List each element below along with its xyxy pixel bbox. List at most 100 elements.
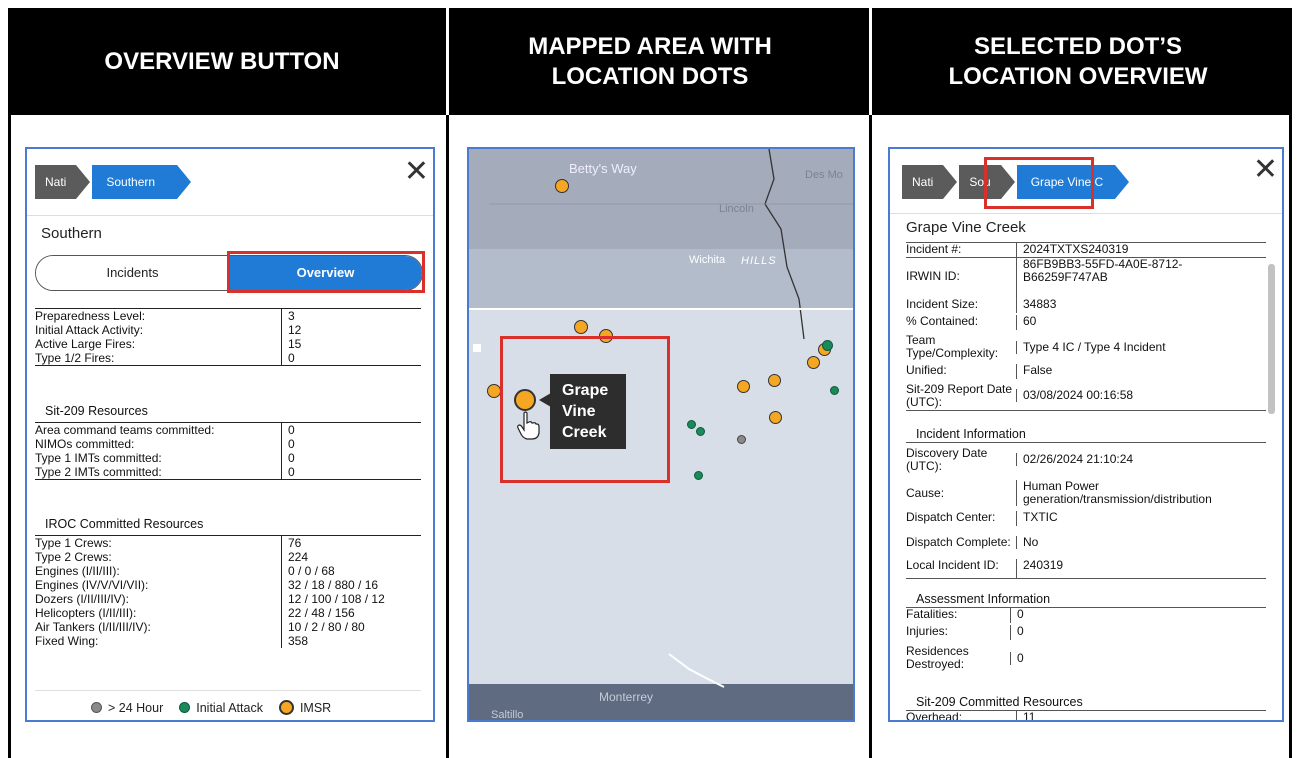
table-row: Active Large Fires: 15 xyxy=(35,337,421,351)
row-value: Human Power generation/transmission/dist… xyxy=(1016,480,1266,506)
row-value: 34883 xyxy=(1016,298,1266,313)
legend-label: Initial Attack xyxy=(196,700,263,715)
map-dot-initial-attack[interactable] xyxy=(687,420,696,429)
row-label: Incident #: xyxy=(906,242,962,256)
map-dot-imsr[interactable] xyxy=(555,179,569,193)
column-header-text: LOCATION DOTS xyxy=(551,62,749,90)
row-label: Incident Size: xyxy=(906,297,979,311)
table-row: Overhead: 11 xyxy=(906,711,1266,720)
breadcrumb-arrow xyxy=(177,165,192,199)
table-row: Helicopters (I/II/III): 22 / 48 / 156 xyxy=(35,606,421,620)
scrollbar-thumb[interactable] xyxy=(1268,264,1275,414)
map-label-hills: HILLS xyxy=(741,255,777,267)
map-dot-imsr[interactable] xyxy=(574,320,588,334)
map-label-monterrey: Monterrey xyxy=(599,690,654,704)
table-row: Fixed Wing: 358 xyxy=(35,634,421,648)
row-value: 0 xyxy=(281,451,421,465)
row-value: 60 xyxy=(1016,315,1266,330)
row-label: Dispatch Complete: xyxy=(906,534,1011,549)
breadcrumb-item-southern[interactable]: Southern xyxy=(92,165,192,199)
map-dot-initial-attack[interactable] xyxy=(822,340,833,351)
table-row: Cause: Human Power generation/transmissio… xyxy=(906,476,1266,510)
row-label: Dozers (I/II/III/IV): xyxy=(35,592,130,606)
table-row: Team Type/Complexity: Type 4 IC / Type 4 … xyxy=(906,333,1266,361)
breadcrumb-item-national[interactable]: Nati xyxy=(902,165,958,199)
map-dot-initial-attack[interactable] xyxy=(830,386,839,395)
row-label: Cause: xyxy=(906,485,945,500)
row-value: 15 xyxy=(281,337,421,351)
row-label: Fixed Wing: xyxy=(35,634,99,648)
tab-incidents[interactable]: Incidents xyxy=(36,256,229,290)
row-label: NIMOs committed: xyxy=(35,437,135,451)
breadcrumb-label: Southern xyxy=(106,175,156,189)
map-dot-imsr[interactable] xyxy=(769,411,782,424)
row-label: Injuries: xyxy=(906,624,949,638)
map-panel[interactable]: Betty's Way Des Mo Lincoln Wichita HILLS… xyxy=(467,147,855,722)
highlight-box xyxy=(984,157,1094,209)
row-value: 0 xyxy=(281,437,421,451)
table-border-right xyxy=(1289,8,1292,758)
breadcrumb: Nati Southern xyxy=(35,165,192,199)
table-row: Fatalities: 0 xyxy=(906,608,1266,623)
table-divider-1 xyxy=(446,8,449,758)
row-value: 0 xyxy=(1010,625,1266,640)
map-dot-imsr[interactable] xyxy=(487,384,501,398)
table-row: Residences Destroyed: 0 xyxy=(906,643,1266,673)
table-row: Incident #: 2024TXTXS240319 xyxy=(906,243,1266,258)
table-row: IRWIN ID: 86FB9BB3-55FD-4A0E-8712-B66259F… xyxy=(906,258,1266,298)
row-value: 0 xyxy=(1010,651,1266,665)
section-heading-incident-information: Incident Information xyxy=(916,427,1026,441)
row-label: Engines (IV/V/VI/VII): xyxy=(35,578,149,592)
row-value: 12 xyxy=(281,323,421,337)
table-row: % Contained: 60 xyxy=(906,315,1266,330)
close-icon[interactable]: ✕ xyxy=(1253,155,1278,185)
breadcrumb-separator xyxy=(76,165,91,199)
row-value: Type 4 IC / Type 4 Incident xyxy=(1016,340,1266,354)
section-heading-committed-resources: Sit-209 Committed Resources xyxy=(916,695,1083,709)
table-row: NIMOs committed: 0 xyxy=(35,437,421,451)
table-divider-2 xyxy=(869,8,872,758)
table-row: Dispatch Center: TXTIC xyxy=(906,511,1266,526)
table-row: Initial Attack Activity: 12 xyxy=(35,323,421,337)
table-row: Engines (I/II/III): 0 / 0 / 68 xyxy=(35,564,421,578)
map-dot-older[interactable] xyxy=(737,435,746,444)
row-value: 3 xyxy=(281,309,421,323)
column-header-overview-button: OVERVIEW BUTTON xyxy=(8,8,436,115)
row-value: 12 / 100 / 108 / 12 xyxy=(281,592,421,606)
column-header-location-overview: SELECTED DOT’S LOCATION OVERVIEW xyxy=(864,8,1292,115)
table-row: Engines (IV/V/VI/VII): 32 / 18 / 880 / 16 xyxy=(35,578,421,592)
close-icon[interactable]: ✕ xyxy=(404,157,429,187)
legend: > 24 Hour Initial Attack IMSR xyxy=(91,700,331,715)
table-border-left xyxy=(8,8,11,758)
row-value: 2024TXTXS240319 xyxy=(1016,243,1266,257)
map-dot-imsr[interactable] xyxy=(737,380,750,393)
table-row: Type 1 IMTs committed: 0 xyxy=(35,451,421,465)
map-dot-imsr[interactable] xyxy=(807,356,820,369)
divider xyxy=(890,213,1282,214)
map-label-bettys-way: Betty's Way xyxy=(569,161,637,176)
table-row: Type 2 IMTs committed: 0 xyxy=(35,465,421,480)
column-header-text: OVERVIEW BUTTON xyxy=(104,47,340,75)
row-label: Type 1/2 Fires: xyxy=(35,351,115,365)
row-label: Local Incident ID: xyxy=(906,558,999,572)
header-divider-2 xyxy=(869,8,872,115)
row-value: 0 xyxy=(281,423,421,437)
column-header-text: MAPPED AREA WITH xyxy=(528,32,772,60)
breadcrumb-item-national[interactable]: Nati xyxy=(35,165,91,199)
breadcrumb-arrow xyxy=(1115,165,1130,199)
overview-panel: Nati Southern ✕ Southern Incidents Overv… xyxy=(25,147,435,722)
table-row: Area command teams committed: 0 xyxy=(35,423,421,437)
table-row: Preparedness Level: 3 xyxy=(35,309,421,323)
row-label: Unified: xyxy=(906,363,947,377)
row-value: 224 xyxy=(281,550,421,564)
map-dot-initial-attack[interactable] xyxy=(696,427,705,436)
location-overview-panel: Nati Sou Grape Vine C ✕ Grape Vine Creek… xyxy=(888,147,1284,722)
map-dot-imsr[interactable] xyxy=(768,374,781,387)
column-header-text: LOCATION OVERVIEW xyxy=(948,62,1208,90)
map-label-lincoln: Lincoln xyxy=(719,203,754,215)
row-label: Area command teams committed: xyxy=(35,423,215,437)
map-dot-initial-attack[interactable] xyxy=(694,471,703,480)
row-value: 0 / 0 / 68 xyxy=(281,564,421,578)
row-value: False xyxy=(1016,364,1266,379)
table-row: Local Incident ID: 240319 xyxy=(906,559,1266,579)
